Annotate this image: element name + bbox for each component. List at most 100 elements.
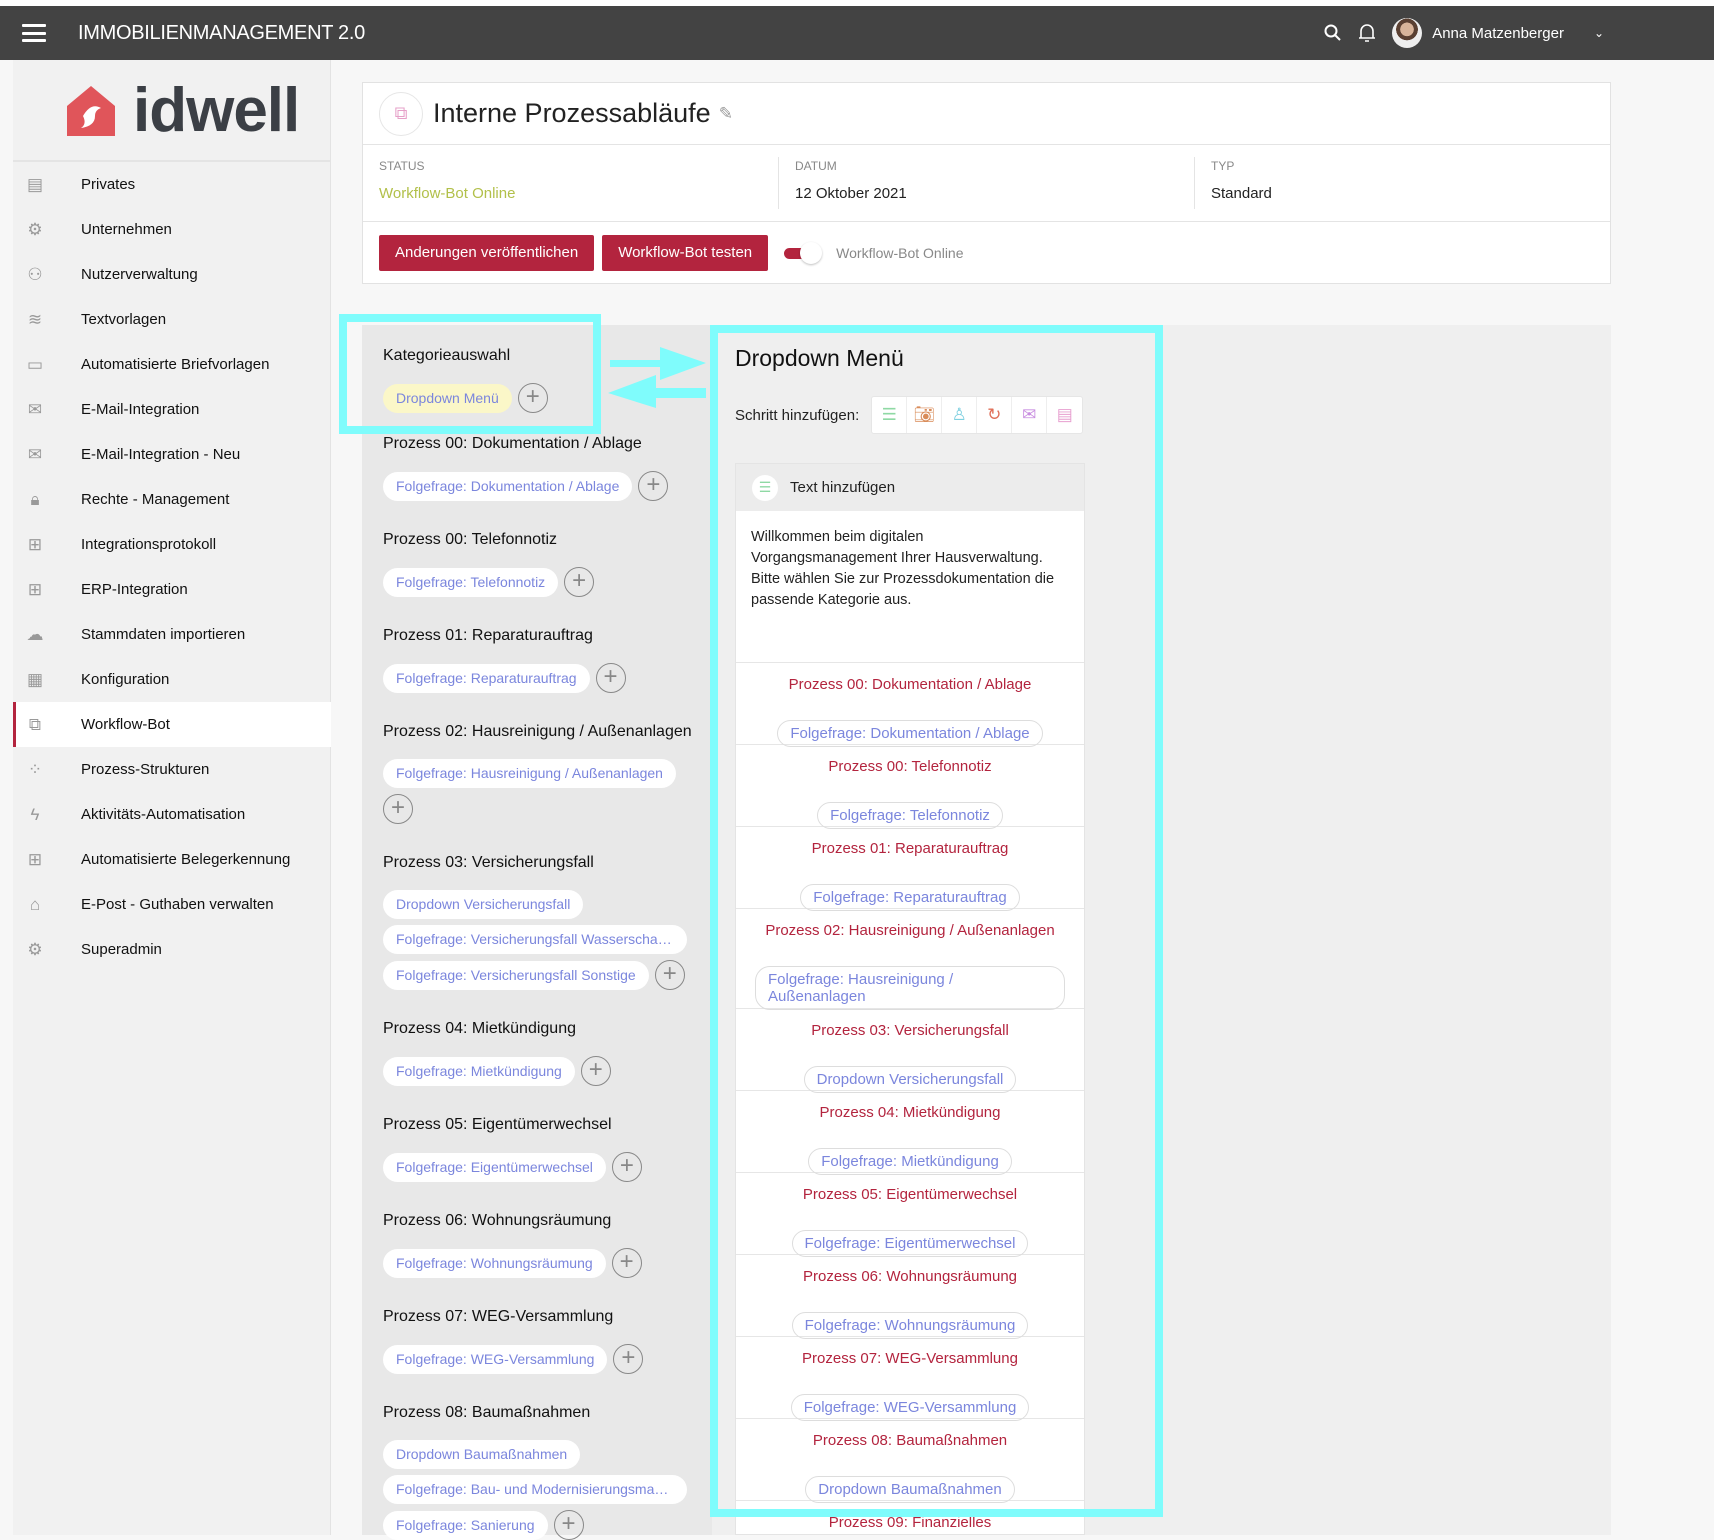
user-name[interactable]: Anna Matzenberger	[1432, 25, 1564, 42]
circles-icon: ⁘	[27, 759, 43, 779]
app-title: IMMOBILIENMANAGEMENT 2.0	[78, 21, 365, 44]
add-step-plus-icon[interactable]: +	[553, 1510, 584, 1540]
add-step-plus-icon[interactable]: +	[564, 567, 595, 597]
sidebar-item[interactable]: ⌂ E-Post - Guthaben verwalten	[13, 882, 331, 927]
menu-icon[interactable]	[22, 24, 46, 42]
sidebar-item-label: Textvorlagen	[81, 311, 167, 328]
add-step-plus-icon[interactable]: +	[613, 1344, 644, 1374]
step-chip[interactable]: Folgefrage: Hausreinigung / Außenanlagen	[383, 759, 676, 788]
id-card-icon: ▤	[26, 174, 44, 194]
sidebar-item[interactable]: ⚙ Unternehmen	[13, 207, 331, 252]
chevron-down-icon[interactable]: ⌄	[1594, 26, 1604, 40]
grid-icon: ▦	[26, 669, 44, 689]
add-step-plus-icon[interactable]: +	[595, 663, 626, 693]
process-title: Prozess 01: Reparaturauftrag	[383, 627, 593, 644]
step-chip[interactable]: Folgefrage: Dokumentation / Ablage	[383, 471, 633, 501]
option-chip[interactable]: Dropdown Baumaßnahmen	[805, 1476, 1015, 1503]
process-group: Prozess 02: Hausreinigung / Außenanlagen…	[383, 723, 712, 824]
sidebar-item[interactable]: ▤ Privates	[13, 162, 331, 207]
step-chip[interactable]: Folgefrage: Reparaturauftrag	[383, 663, 590, 693]
add-step-plus-icon[interactable]: +	[654, 960, 685, 990]
step-chip[interactable]: Folgefrage: Telefonnotiz	[383, 567, 559, 597]
sidebar-item[interactable]: ⚙ Superadmin	[13, 927, 331, 972]
step-chip[interactable]: Dropdown Versicherungsfall	[383, 890, 584, 919]
toggle-label: Workflow-Bot Online	[836, 245, 964, 261]
add-step-plus-icon[interactable]: +	[611, 1152, 642, 1182]
step-chip[interactable]: Folgefrage: Bau- und Modernisierungsmaßn…	[383, 1475, 687, 1504]
sidebar-item[interactable]: ✉ E-Mail-Integration - Neu	[13, 432, 331, 477]
process-title: Prozess 04: Mietkündigung	[383, 1020, 576, 1037]
bell-icon[interactable]	[1358, 23, 1376, 43]
step-chip[interactable]: Folgefrage: Sanierung	[383, 1510, 548, 1540]
user-icon[interactable]: ♙	[942, 397, 978, 433]
publish-button[interactable]: Anderungen veröffentlichen	[379, 235, 595, 271]
sidebar-item[interactable]: ☁ Stammdaten importieren	[13, 612, 331, 657]
arrow-right-icon	[610, 347, 706, 380]
sidebar-item[interactable]: ⚇ Nutzerverwaltung	[13, 252, 331, 297]
step-chip[interactable]: Folgefrage: Eigentümerwechsel	[383, 1152, 606, 1182]
bot-online-toggle[interactable]	[784, 242, 823, 264]
sidebar-item[interactable]: ▭ Automatisierte Briefvorlagen	[13, 342, 331, 387]
step-chip[interactable]: Folgefrage: Wohnungsräumung	[383, 1248, 606, 1278]
sidebar-item-label: Unternehmen	[81, 221, 172, 238]
text-step-title: Text hinzufügen	[790, 479, 896, 496]
add-step-plus-icon[interactable]: +	[517, 383, 548, 413]
date-label: DATUM	[795, 159, 837, 173]
avatar[interactable]	[1392, 18, 1423, 48]
sidebar-item-label: Superadmin	[81, 941, 162, 958]
text-icon[interactable]: ☰	[872, 397, 908, 433]
text-step-card: ☰ Text hinzufügen Willkommen beim digital…	[735, 463, 1085, 1535]
option-section: Prozess 09: Finanzielles	[736, 1501, 1084, 1534]
option-chip[interactable]: Folgefrage: Eigentümerwechsel	[791, 1230, 1029, 1257]
file-icon[interactable]: ▤	[1047, 397, 1082, 433]
option-chip[interactable]: Folgefrage: Hausreinigung / Außenanlagen	[755, 966, 1065, 1010]
option-chip[interactable]: Dropdown Versicherungsfall	[803, 1066, 1017, 1093]
process-title: Prozess 06: Wohnungsräumung	[383, 1212, 612, 1229]
test-bot-button[interactable]: Workflow-Bot testen	[602, 235, 769, 271]
process-group: Prozess 06: Wohnungsräumung Folgefrage: W…	[383, 1212, 712, 1278]
sidebar-item[interactable]: ϟ Aktivitäts-Automatisation	[13, 792, 331, 837]
option-chip[interactable]: Folgefrage: WEG-Versammlung	[790, 1394, 1030, 1421]
sidebar-item[interactable]: ⧉ Workflow-Bot	[13, 702, 331, 747]
option-title: Prozess 09: Finanzielles	[828, 1514, 992, 1531]
sidebar-item[interactable]: ▦ Konfiguration	[13, 657, 331, 702]
option-title: Prozess 01: Reparaturauftrag	[811, 840, 1009, 857]
editor-title: Dropdown Menü	[735, 345, 904, 371]
camera-icon[interactable]: 📷︎	[907, 397, 943, 433]
logo-text: idwell	[133, 75, 300, 145]
option-chip[interactable]: Folgefrage: Telefonnotiz	[817, 802, 1003, 829]
option-chip[interactable]: Folgefrage: Wohnungsräumung	[791, 1312, 1029, 1339]
mail-icon[interactable]: ✉	[1012, 397, 1048, 433]
sidebar-item[interactable]: ⊞ Automatisierte Belegerkennung	[13, 837, 331, 882]
add-step-plus-icon[interactable]: +	[580, 1056, 611, 1086]
option-title: Prozess 04: Mietkündigung	[819, 1104, 1001, 1121]
option-title: Prozess 02: Hausreinigung / Außenanlagen	[765, 922, 1055, 939]
step-chip[interactable]: Dropdown Baumaßnahmen	[383, 1440, 581, 1469]
step-chip[interactable]: Folgefrage: WEG-Versammlung	[383, 1344, 608, 1374]
step-chip[interactable]: Dropdown Menü	[383, 383, 512, 413]
option-chip[interactable]: Folgefrage: Reparaturauftrag	[800, 884, 1020, 911]
sidebar-item[interactable]: 🔒︎ Rechte - Management	[13, 477, 331, 522]
sidebar-item[interactable]: ⊞ Integrationsprotokoll	[13, 522, 331, 567]
status-value: Workflow-Bot Online	[379, 185, 516, 202]
option-section: Prozess 04: Mietkündigung Folgefrage: Mie…	[736, 1091, 1084, 1175]
search-icon[interactable]	[1324, 24, 1342, 42]
add-step-plus-icon[interactable]: +	[638, 471, 669, 501]
sidebar-item-label: Rechte - Management	[81, 491, 230, 508]
add-step-plus-icon[interactable]: +	[611, 1248, 642, 1278]
option-chip[interactable]: Folgefrage: Mietkündigung	[808, 1148, 1012, 1175]
sidebar-item[interactable]: ✉ E-Mail-Integration	[13, 387, 331, 432]
welcome-text[interactable]: Willkommen beim digitalen Vorgangsmanage…	[736, 511, 1084, 663]
sidebar-item[interactable]: ⁘ Prozess-Strukturen	[13, 747, 331, 792]
network-icon: ⊞	[27, 579, 43, 599]
add-step-plus-icon[interactable]: +	[383, 794, 413, 824]
step-chip[interactable]: Folgefrage: Versicherungsfall Sonstige	[383, 960, 649, 990]
step-chip[interactable]: Folgefrage: Mietkündigung	[383, 1056, 575, 1086]
option-chip[interactable]: Folgefrage: Dokumentation / Ablage	[777, 720, 1043, 747]
step-chip[interactable]: Folgefrage: Versicherungsfall Wasserscha…	[383, 925, 687, 954]
redirect-icon[interactable]: ↻	[977, 397, 1013, 433]
sidebar-item[interactable]: ⊞ ERP-Integration	[13, 567, 331, 612]
edit-pencil-icon[interactable]: ✎	[719, 104, 733, 124]
mail-icon: ✉	[27, 399, 43, 419]
sidebar-item[interactable]: ≋ Textvorlagen	[13, 297, 331, 342]
